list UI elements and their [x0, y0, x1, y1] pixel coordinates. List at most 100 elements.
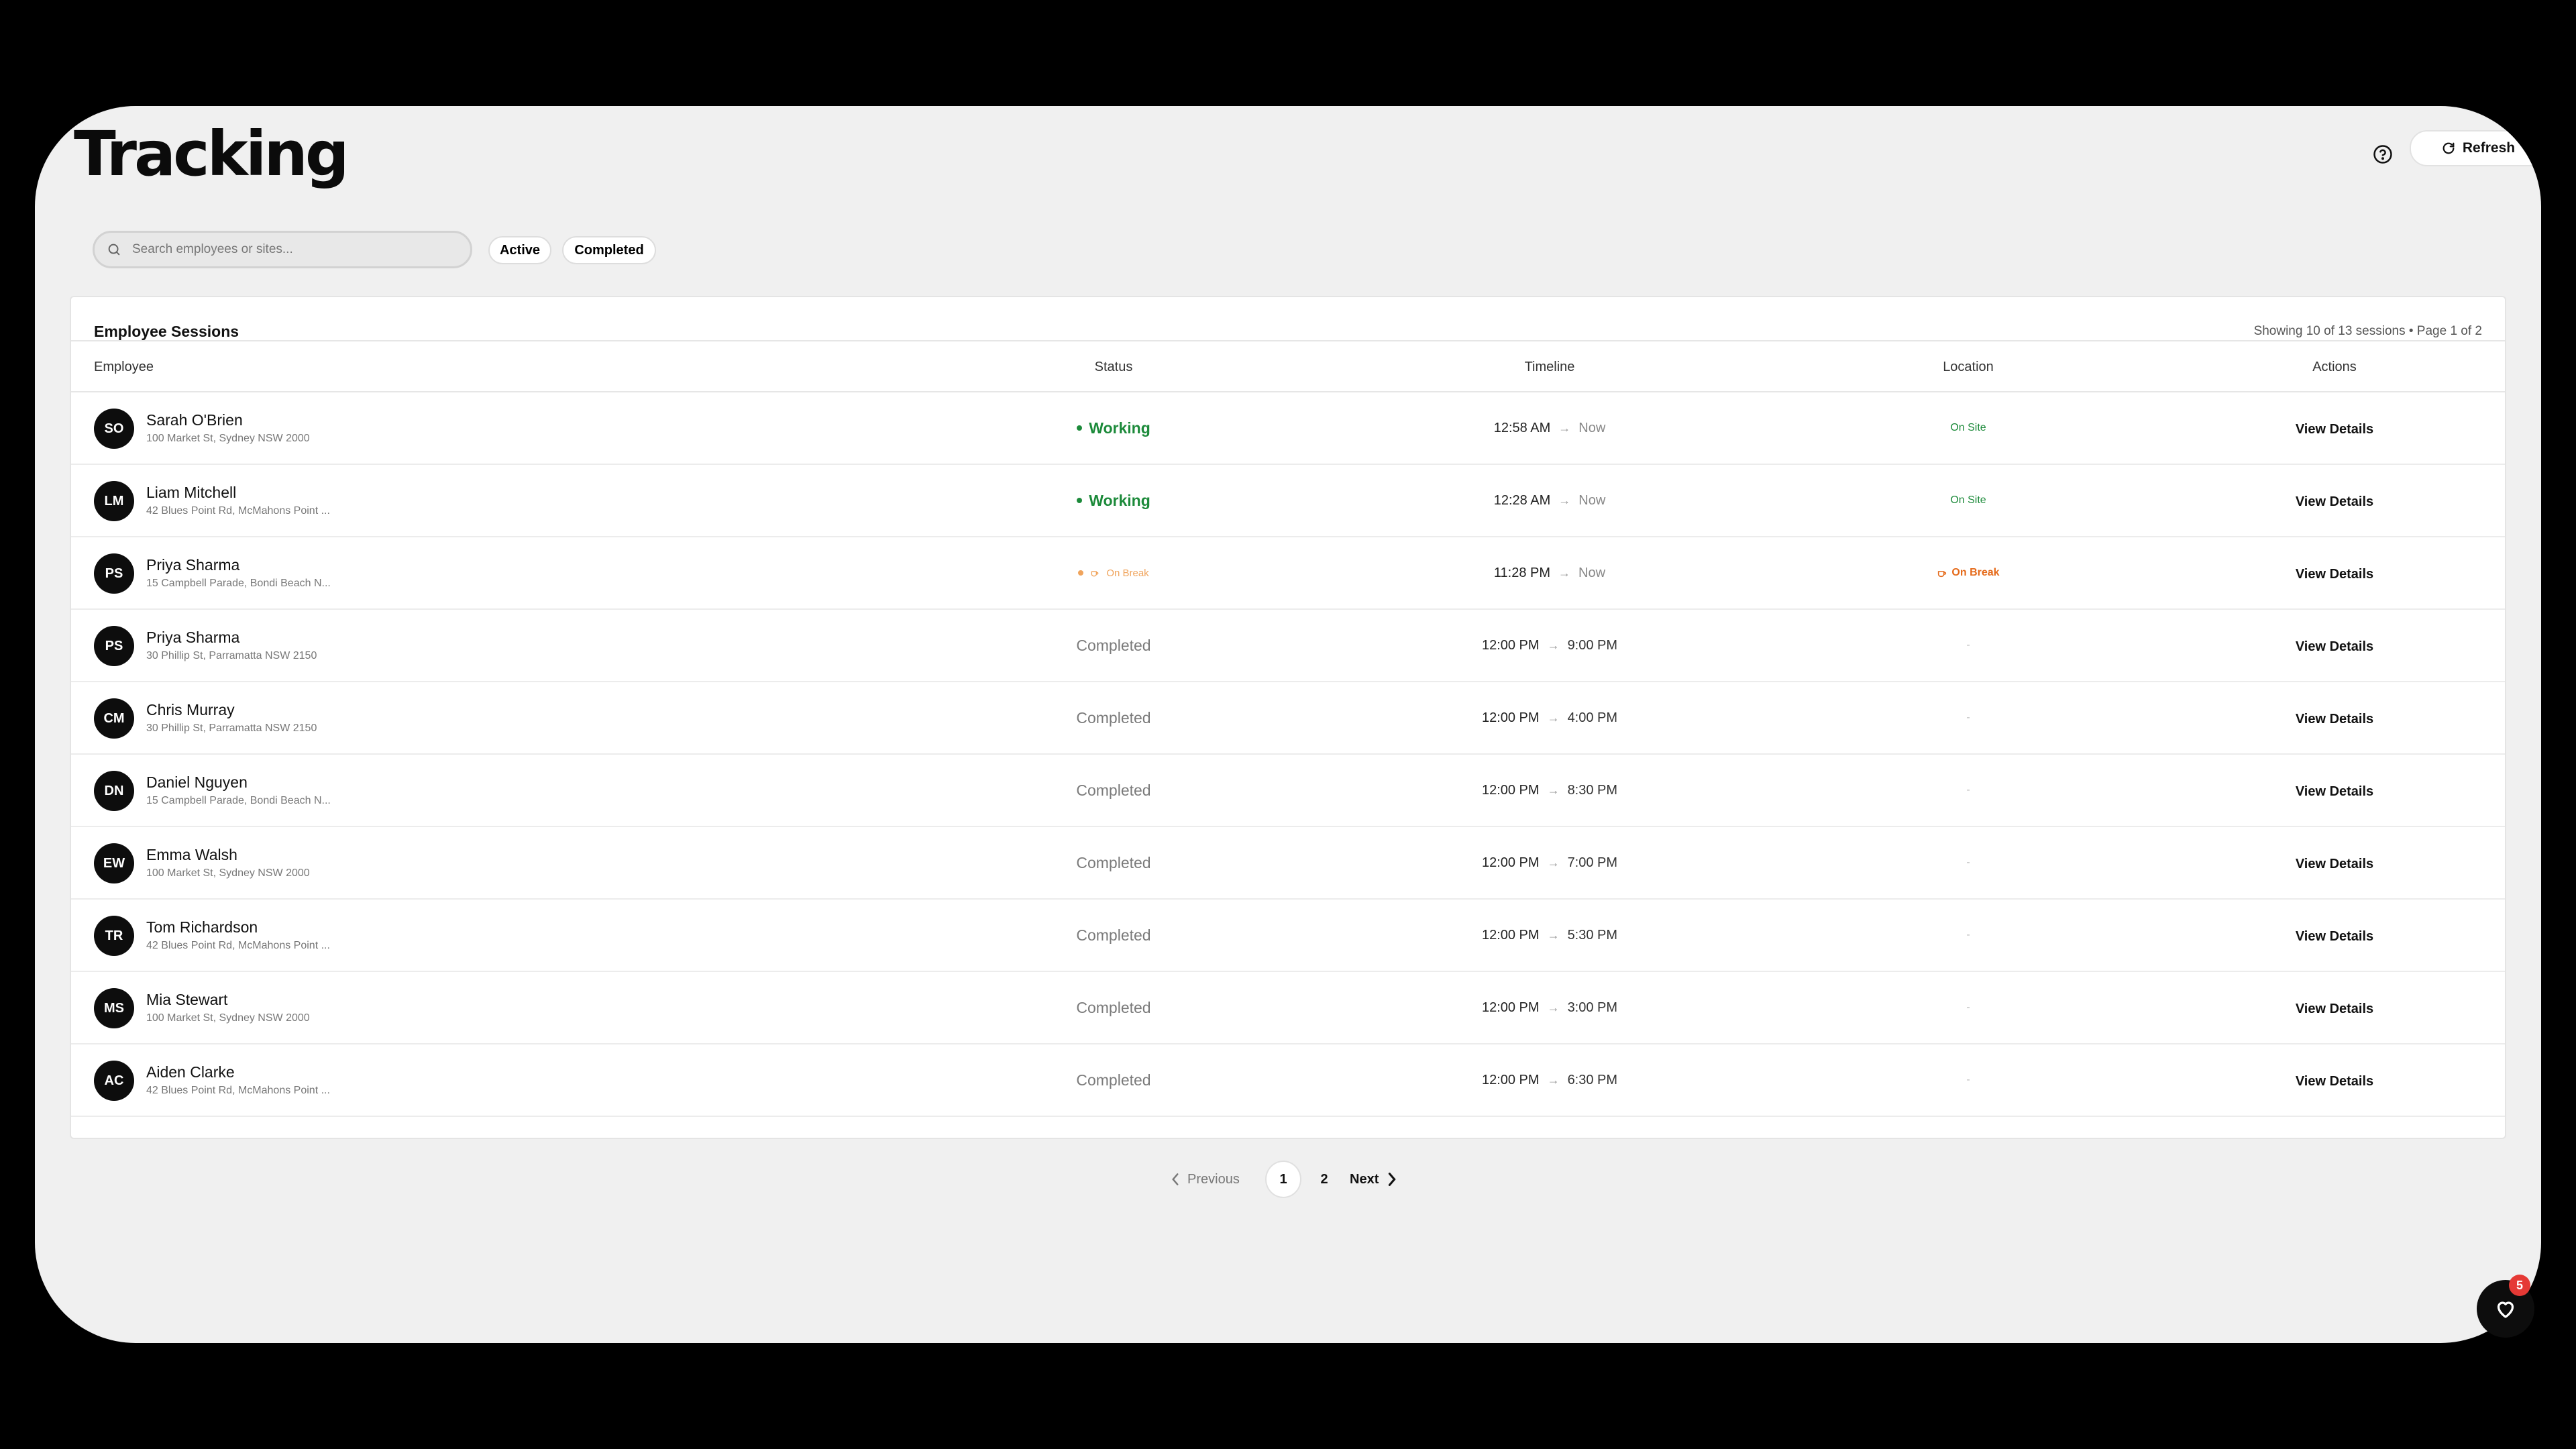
avatar: PS	[94, 553, 134, 594]
status-badge: Working	[1013, 392, 1214, 464]
previous-page-button[interactable]: Previous	[1170, 1161, 1240, 1198]
view-details-button[interactable]: View Details	[2274, 705, 2395, 732]
heart-icon	[2497, 1301, 2514, 1318]
refresh-button[interactable]: Refresh	[2410, 130, 2541, 166]
refresh-icon	[2443, 142, 2455, 154]
status-text: Working	[1089, 419, 1150, 437]
timeline-end: 6:30 PM	[1567, 1072, 1618, 1087]
view-details-button[interactable]: View Details	[2274, 850, 2395, 877]
employee-address: 30 Phillip St, Parramatta NSW 2150	[146, 650, 317, 661]
table-row: CM Chris Murray 30 Phillip St, Parramatt…	[71, 682, 2505, 755]
employee-name: Priya Sharma	[146, 629, 240, 646]
arrow-right-icon: →	[1547, 928, 1560, 942]
status-text: Completed	[1076, 708, 1151, 727]
status-dot-icon	[1077, 498, 1083, 503]
employee-name: Sarah O'Brien	[146, 411, 243, 429]
session-timeline: 12:28 AM → Now	[1409, 465, 1690, 536]
avatar: TR	[94, 916, 134, 956]
employee-sessions-card: Employee Sessions Showing 10 of 13 sessi…	[70, 296, 2506, 1139]
location-badge: -	[1868, 827, 2069, 898]
view-details-button[interactable]: View Details	[2274, 560, 2395, 587]
employee-name: Liam Mitchell	[146, 484, 237, 501]
arrow-right-icon: →	[1558, 493, 1571, 507]
employee-address: 100 Market St, Sydney NSW 2000	[146, 433, 310, 444]
location-text: -	[1966, 639, 1970, 651]
view-details-button[interactable]: View Details	[2274, 415, 2395, 442]
location-text: -	[1966, 1002, 1970, 1013]
notification-badge: 5	[2509, 1275, 2530, 1296]
location-text: -	[1966, 1074, 1970, 1085]
view-details-button[interactable]: View Details	[2274, 1067, 2395, 1094]
status-badge: Working	[1013, 465, 1214, 536]
arrow-right-icon: →	[1547, 855, 1560, 869]
location-text: -	[1966, 857, 1970, 868]
view-details-button[interactable]: View Details	[2274, 995, 2395, 1022]
status-text: Completed	[1076, 998, 1151, 1016]
employee-address: 30 Phillip St, Parramatta NSW 2150	[146, 722, 317, 734]
chevron-left-icon	[1172, 1173, 1179, 1185]
view-details-button[interactable]: View Details	[2274, 488, 2395, 515]
table-row: EW Emma Walsh 100 Market St, Sydney NSW …	[71, 827, 2505, 900]
arrow-right-icon: →	[1547, 1000, 1560, 1014]
search-input[interactable]	[131, 241, 455, 258]
refresh-label: Refresh	[2462, 140, 2516, 156]
avatar: CM	[94, 698, 134, 739]
help-button[interactable]	[2367, 138, 2399, 170]
column-header-timeline: Timeline	[1524, 360, 1575, 374]
next-page-button[interactable]: Next	[1350, 1161, 1397, 1198]
employee-name: Emma Walsh	[146, 846, 237, 863]
view-details-button[interactable]: View Details	[2274, 633, 2395, 659]
location-badge: -	[1868, 900, 2069, 971]
filter-active-button[interactable]: Active	[488, 236, 551, 264]
employee-address: 42 Blues Point Rd, McMahons Point ...	[146, 505, 330, 517]
status-badge: Completed	[1013, 755, 1214, 826]
avatar: AC	[94, 1061, 134, 1101]
timeline-start: 12:28 AM	[1493, 492, 1551, 508]
avatar: SO	[94, 409, 134, 449]
page-title: Tracking	[74, 118, 350, 190]
location-badge: -	[1868, 682, 2069, 753]
search-box[interactable]	[93, 231, 472, 268]
timeline-start: 12:00 PM	[1481, 1072, 1540, 1087]
page-2-button[interactable]: 2	[1311, 1161, 1338, 1198]
arrow-right-icon: →	[1547, 710, 1560, 724]
location-badge: On Site	[1868, 465, 2069, 536]
filter-completed-button[interactable]: Completed	[562, 236, 656, 264]
table-header: Employee Status Timeline Location Action…	[71, 340, 2505, 392]
search-icon	[108, 244, 120, 256]
view-details-button[interactable]: View Details	[2274, 922, 2395, 949]
location-text: -	[1966, 784, 1970, 796]
timeline-start: 12:00 PM	[1481, 782, 1540, 798]
arrow-right-icon: →	[1547, 1073, 1560, 1087]
avatar: DN	[94, 771, 134, 811]
status-badge: Completed	[1013, 900, 1214, 971]
status-text: Working	[1089, 491, 1150, 509]
employee-address: 15 Campbell Parade, Bondi Beach N...	[146, 795, 331, 806]
location-badge: On Break	[1868, 537, 2069, 608]
status-dot-icon	[1077, 425, 1083, 431]
status-text: Completed	[1076, 1071, 1151, 1089]
location-text: -	[1966, 712, 1970, 723]
session-timeline: 11:28 PM → Now	[1409, 537, 1690, 608]
table-row: PS Priya Sharma 30 Phillip St, Parramatt…	[71, 610, 2505, 682]
timeline-start: 12:00 PM	[1481, 855, 1540, 870]
timeline-start: 12:00 PM	[1481, 1000, 1540, 1015]
page-1-button[interactable]: 1	[1265, 1161, 1301, 1198]
avatar: EW	[94, 843, 134, 883]
previous-label: Previous	[1187, 1171, 1240, 1187]
help-circle-icon	[2373, 145, 2392, 164]
timeline-start: 11:28 PM	[1493, 565, 1551, 580]
session-timeline: 12:00 PM → 5:30 PM	[1409, 900, 1690, 971]
status-text: Completed	[1076, 853, 1151, 871]
session-timeline: 12:00 PM → 3:00 PM	[1409, 972, 1690, 1043]
employee-name: Priya Sharma	[146, 556, 240, 574]
next-label: Next	[1350, 1171, 1379, 1187]
timeline-end: 4:00 PM	[1567, 710, 1618, 725]
avatar: LM	[94, 481, 134, 521]
session-timeline: 12:00 PM → 6:30 PM	[1409, 1044, 1690, 1116]
timeline-end: Now	[1578, 420, 1606, 435]
chevron-right-icon	[1389, 1173, 1397, 1186]
view-details-button[interactable]: View Details	[2274, 777, 2395, 804]
location-badge: -	[1868, 755, 2069, 826]
table-row: DN Daniel Nguyen 15 Campbell Parade, Bon…	[71, 755, 2505, 827]
